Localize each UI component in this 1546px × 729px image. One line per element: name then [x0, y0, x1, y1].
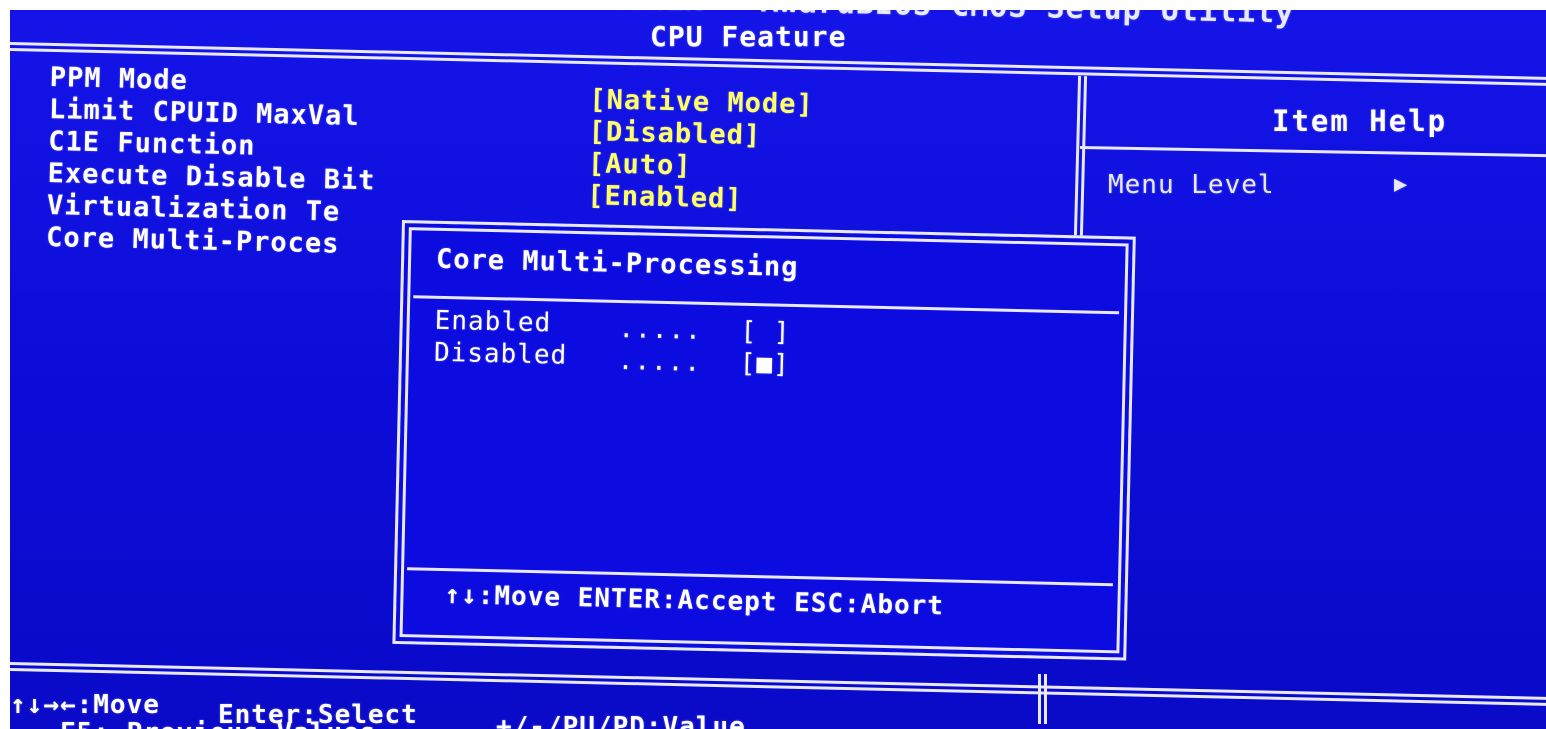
option-enabled-dots: .....: [618, 313, 703, 346]
footer-value-hint: +/-/PU/PD:Value: [496, 712, 746, 729]
core-multi-processing-dialog: Core Multi-Processing Enabled ..... [ ] …: [392, 220, 1136, 661]
setting-value-execute-disable-bit[interactable]: [Enabled]: [587, 180, 743, 215]
menu-level-label: Menu Level: [1108, 170, 1275, 200]
item-help-title: Item Help: [1272, 104, 1448, 138]
option-enabled-marker: [ ]: [740, 316, 791, 348]
footer-divider: [1038, 674, 1047, 724]
option-enabled-label: Enabled: [434, 305, 552, 339]
setting-value-ppm-mode[interactable]: [Native Mode]: [589, 84, 814, 120]
setting-label-ppm-mode[interactable]: PPM Mode: [49, 62, 188, 96]
help-divider: [1073, 75, 1088, 237]
menu-level-arrow-icon: ▶: [1394, 172, 1409, 197]
dialog-footer-hints: ↑↓:Move ENTER:Accept ESC:Abort: [444, 580, 945, 622]
option-disabled-dots: .....: [617, 345, 702, 378]
bios-screen: Phoenix - AwardBIOS CMOS Setup Utility C…: [10, 10, 1546, 729]
dialog-title: Core Multi-Processing: [435, 243, 799, 284]
setting-label-c1e-function[interactable]: C1E Function: [48, 126, 256, 162]
option-disabled-marker: [■]: [739, 348, 791, 380]
help-title-underline: [1079, 146, 1546, 158]
setting-value-c1e-function[interactable]: [Auto]: [588, 148, 692, 181]
option-disabled-label: Disabled: [433, 337, 568, 371]
page-title: CPU Feature: [650, 20, 847, 53]
setting-label-core-multi-processing[interactable]: Core Multi-Proces: [46, 222, 340, 260]
setting-value-limit-cpuid[interactable]: [Disabled]: [588, 116, 761, 151]
footer-f5-hint: F5: Previous Values: [60, 718, 376, 729]
footer-move-hint: ↑↓→←:Move: [10, 690, 160, 720]
